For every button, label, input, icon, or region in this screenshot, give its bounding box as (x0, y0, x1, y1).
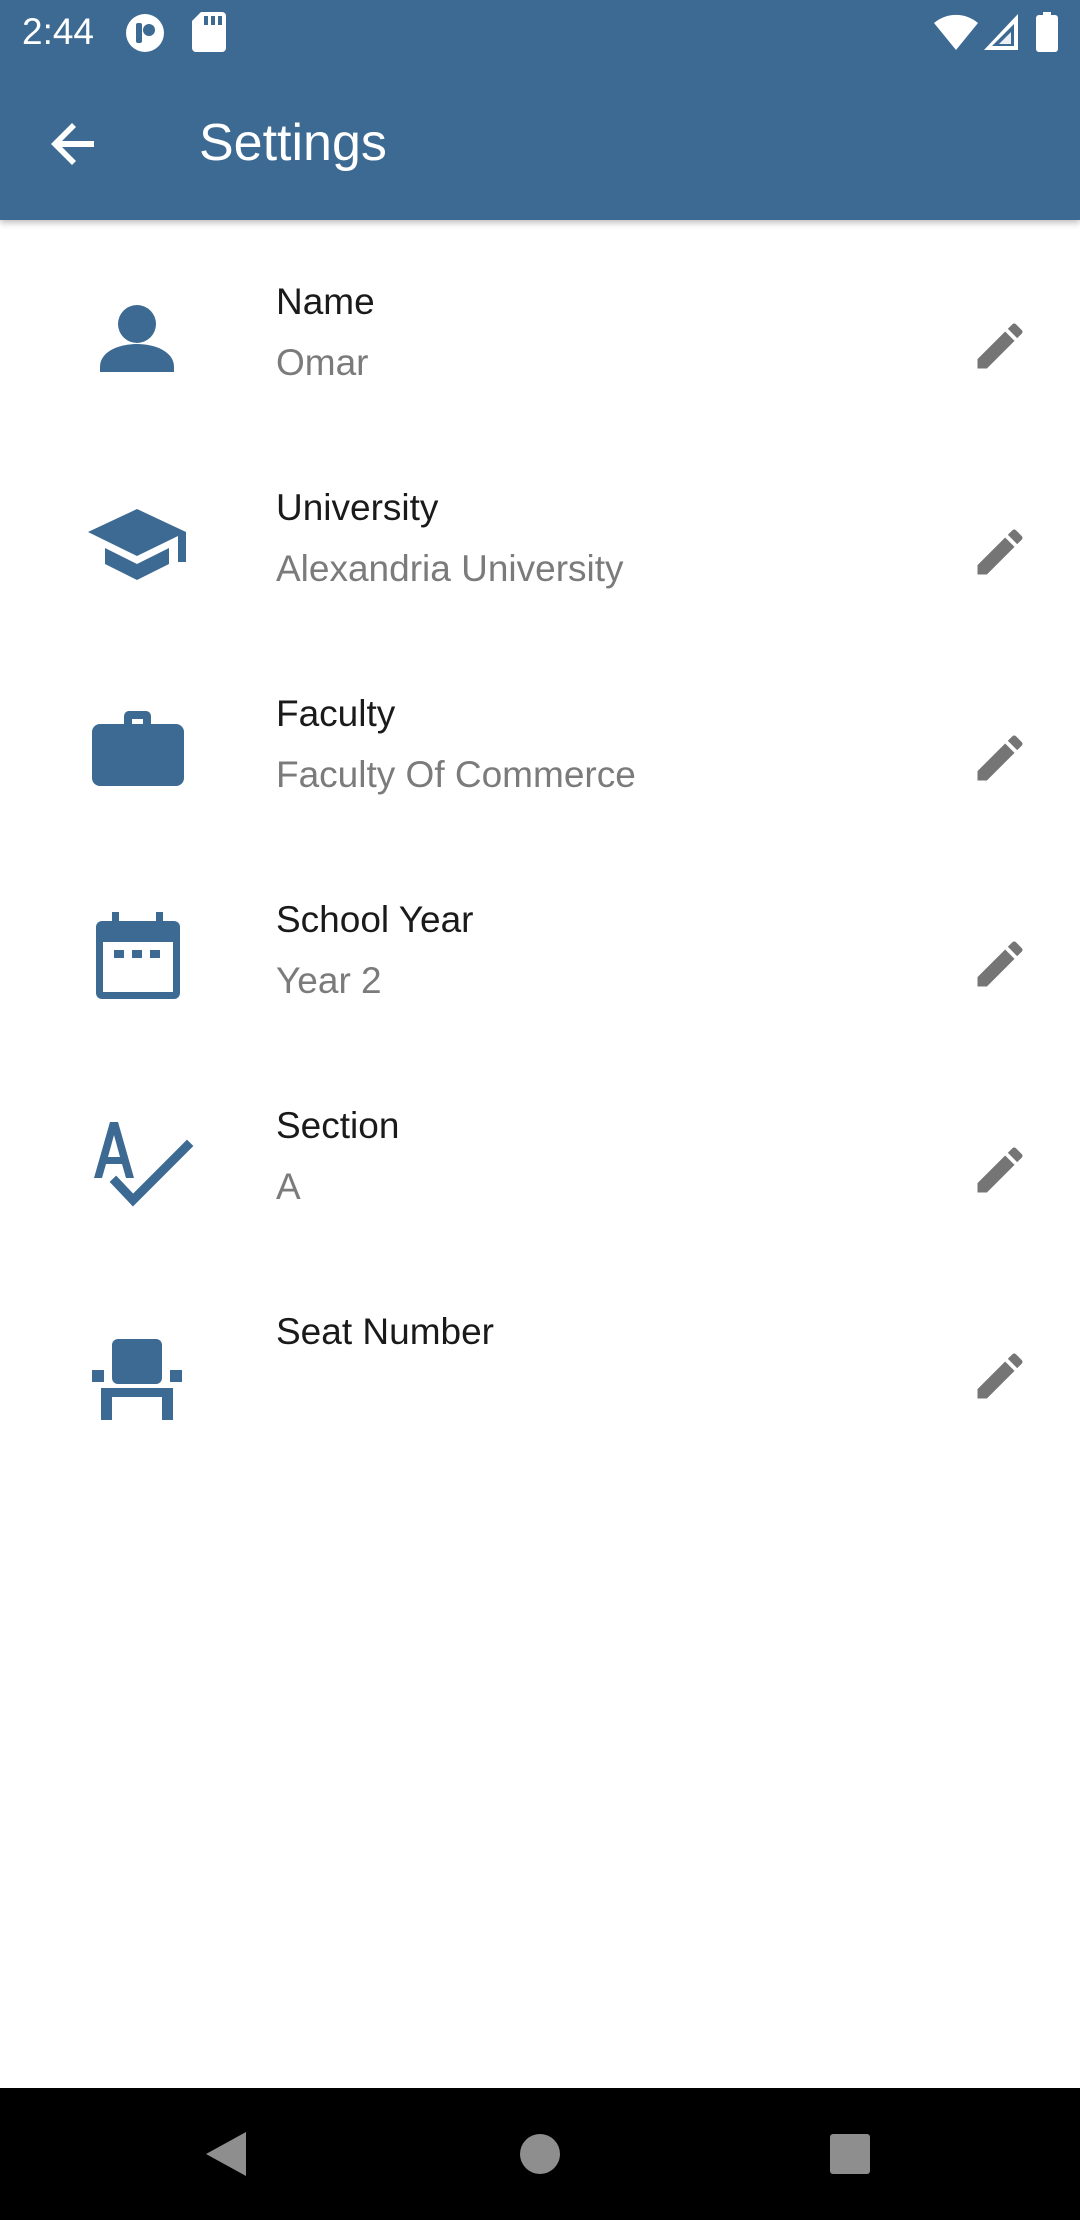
back-button[interactable] (36, 103, 116, 183)
person-icon (80, 278, 196, 394)
settings-list: Name Omar University Alexandria Universi… (0, 220, 1080, 1456)
pencil-icon (970, 1147, 1030, 1204)
pencil-icon (970, 529, 1030, 586)
app-notification-icon (124, 12, 166, 59)
edit-faculty-button[interactable] (970, 728, 1030, 788)
setting-value: Faculty Of Commerce (276, 754, 636, 795)
setting-value: Alexandria University (276, 548, 624, 589)
setting-row-university[interactable]: University Alexandria University (0, 426, 1080, 632)
wifi-icon (934, 14, 978, 55)
back-triangle-icon[interactable] (196, 2124, 256, 2184)
battery-icon (1036, 12, 1058, 57)
edit-section-button[interactable] (970, 1140, 1030, 1200)
arrow-back-icon (36, 123, 116, 187)
toolbar: Settings (0, 63, 1080, 220)
calendar-icon (80, 896, 196, 1012)
briefcase-icon (80, 690, 196, 806)
setting-value: A (276, 1166, 301, 1207)
pencil-icon (970, 323, 1030, 380)
setting-label: Seat Number (276, 1311, 494, 1352)
setting-label: Section (276, 1105, 400, 1146)
spellcheck-icon (80, 1102, 196, 1218)
graduation-cap-icon (80, 484, 196, 600)
edit-seat-number-button[interactable] (970, 1346, 1030, 1406)
edit-university-button[interactable] (970, 522, 1030, 582)
setting-label: University (276, 487, 439, 528)
setting-label: School Year (276, 899, 474, 940)
edit-name-button[interactable] (970, 316, 1030, 376)
setting-row-faculty[interactable]: Faculty Faculty Of Commerce (0, 632, 1080, 838)
status-time: 2:44 (22, 11, 95, 52)
signal-icon (984, 14, 1018, 55)
pencil-icon (970, 735, 1030, 792)
setting-label: Faculty (276, 693, 396, 734)
setting-value: Omar (276, 342, 369, 383)
setting-value: Year 2 (276, 960, 382, 1001)
edit-school-year-button[interactable] (970, 934, 1030, 994)
sd-card-icon (192, 12, 226, 57)
pencil-icon (970, 1353, 1030, 1410)
pencil-icon (970, 941, 1030, 998)
page-title: Settings (199, 114, 387, 172)
setting-row-name[interactable]: Name Omar (0, 220, 1080, 426)
setting-row-school-year[interactable]: School Year Year 2 (0, 838, 1080, 1044)
status-bar: 2:44 (0, 0, 1080, 63)
navigation-bar (0, 2088, 1080, 2220)
seat-icon (80, 1308, 196, 1424)
setting-row-seat-number[interactable]: Seat Number (0, 1250, 1080, 1456)
setting-row-section[interactable]: Section A (0, 1044, 1080, 1250)
app-bar: 2:44 Settings (0, 0, 1080, 220)
home-circle-icon[interactable] (510, 2124, 570, 2184)
setting-label: Name (276, 281, 375, 322)
recents-square-icon[interactable] (820, 2124, 880, 2184)
